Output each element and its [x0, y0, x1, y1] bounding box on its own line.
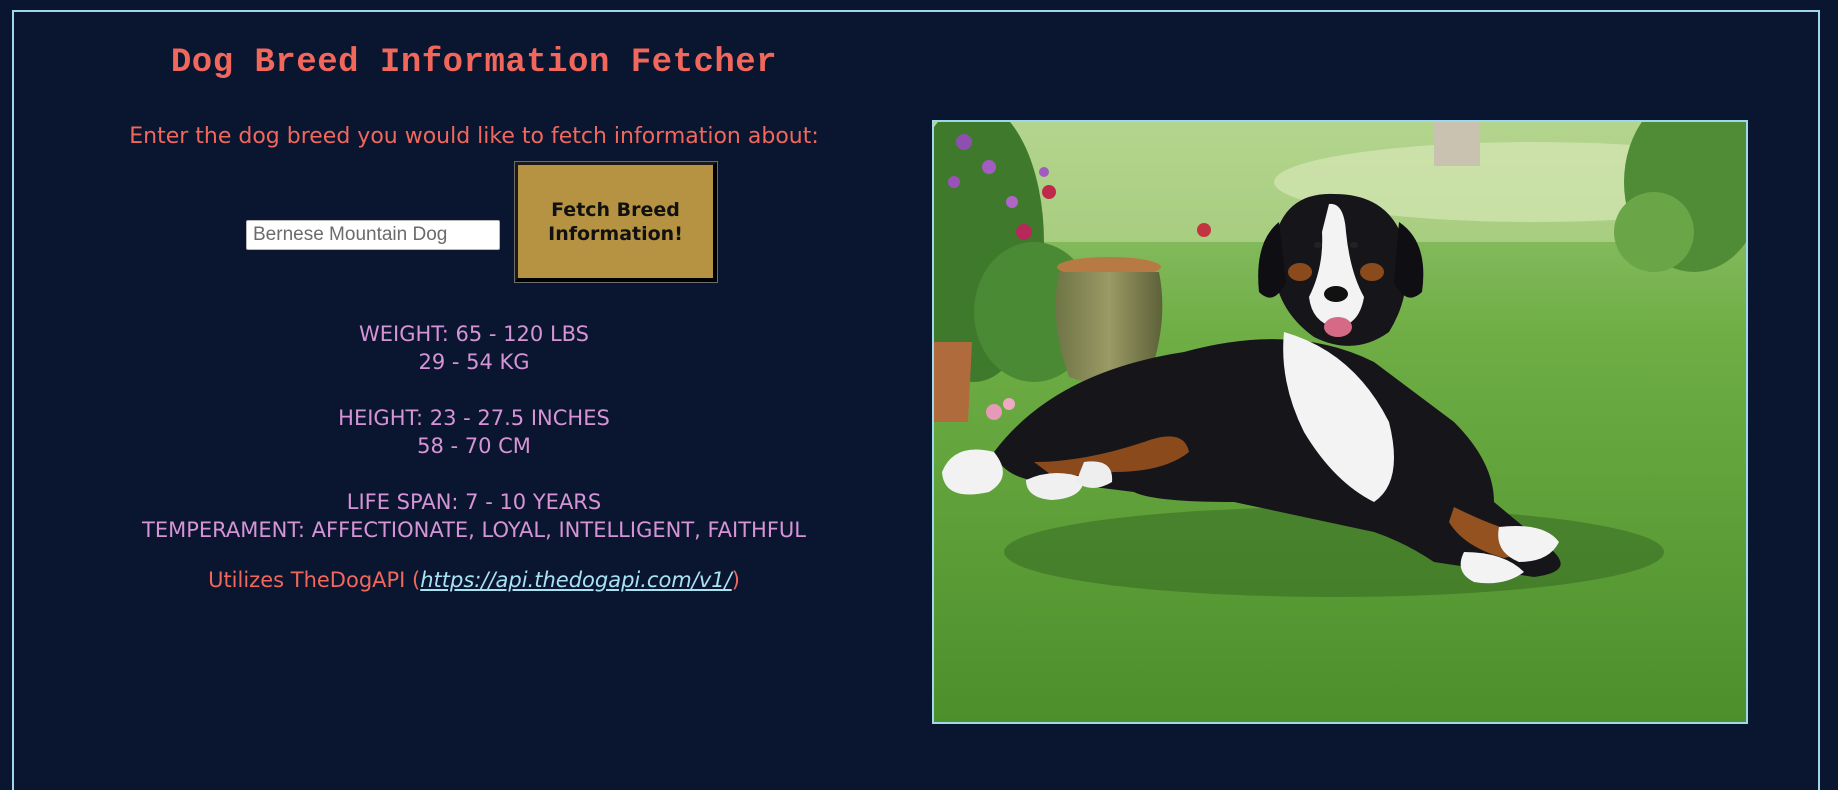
temperament: TEMPERAMENT: AFFECTIONATE, LOYAL, INTELL…	[142, 518, 806, 542]
api-credit: Utilizes TheDogAPI (https://api.thedogap…	[124, 568, 824, 592]
weight-imperial: WEIGHT: 65 - 120 LBS	[358, 322, 590, 346]
height-metric: 58 - 70 CM	[417, 434, 531, 458]
app-frame: Dog Breed Information Fetcher Enter the …	[12, 10, 1820, 790]
credit-suffix: )	[731, 568, 740, 592]
api-link[interactable]: https://api.thedogapi.com/v1/	[420, 568, 731, 592]
breed-prompt: Enter the dog breed you would like to fe…	[129, 124, 819, 149]
page-title: Dog Breed Information Fetcher	[170, 44, 778, 82]
dog-photo-illustration	[934, 122, 1746, 722]
tree-trunk	[1434, 122, 1480, 166]
dog-photo	[932, 120, 1748, 724]
terracotta-pot	[934, 342, 972, 422]
breed-input[interactable]	[246, 220, 500, 250]
fetch-breed-button[interactable]: Fetch Breed Information!	[514, 161, 718, 283]
weight-metric: 29 - 54 KG	[418, 350, 530, 374]
life-span: LIFE SPAN: 7 - 10 YEARS	[346, 490, 602, 514]
credit-prefix: Utilizes TheDogAPI (	[208, 568, 421, 592]
height-imperial: HEIGHT: 23 - 27.5 INCHES	[338, 406, 610, 430]
